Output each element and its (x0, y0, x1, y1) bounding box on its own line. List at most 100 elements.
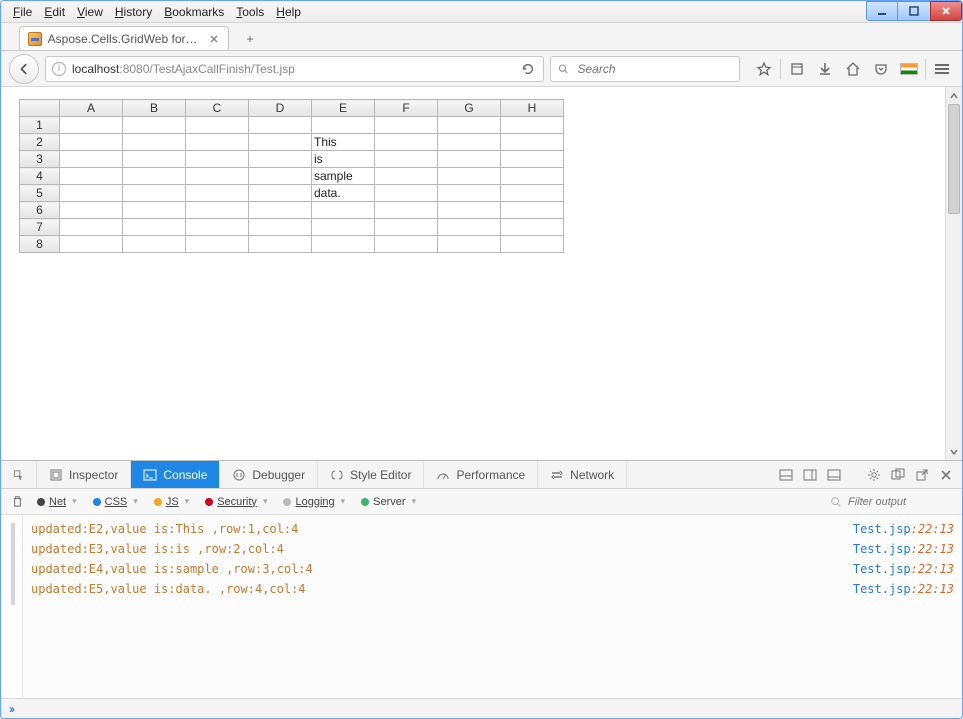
cell-H1[interactable] (501, 117, 564, 134)
cell-F8[interactable] (375, 236, 438, 253)
cell-D7[interactable] (249, 219, 312, 236)
cell-F5[interactable] (375, 185, 438, 202)
console-clear-button[interactable] (7, 495, 27, 508)
cell-F4[interactable] (375, 168, 438, 185)
column-header-A[interactable]: A (60, 100, 123, 117)
cell-B8[interactable] (123, 236, 186, 253)
filter-server[interactable]: Server▾ (355, 492, 422, 512)
menu-bookmarks[interactable]: Bookmarks (158, 5, 230, 19)
devtools-pick-element-button[interactable] (1, 461, 37, 488)
cell-C6[interactable] (186, 202, 249, 219)
row-header-6[interactable]: 6 (20, 202, 60, 219)
cell-H2[interactable] (501, 134, 564, 151)
devtools-dock-split-button[interactable] (778, 467, 794, 483)
menu-history[interactable]: History (109, 5, 158, 19)
menu-edit[interactable]: Edit (38, 5, 71, 19)
cell-E3[interactable]: is (312, 151, 375, 168)
cell-H3[interactable] (501, 151, 564, 168)
cell-A6[interactable] (60, 202, 123, 219)
column-header-D[interactable]: D (249, 100, 312, 117)
cell-E4[interactable]: sample (312, 168, 375, 185)
cell-A5[interactable] (60, 185, 123, 202)
window-close-button[interactable] (930, 1, 962, 21)
column-header-C[interactable]: C (186, 100, 249, 117)
menu-view[interactable]: View (71, 5, 109, 19)
cell-A4[interactable] (60, 168, 123, 185)
devtools-tab-style-editor[interactable]: Style Editor (318, 461, 424, 488)
cell-H6[interactable] (501, 202, 564, 219)
cell-E8[interactable] (312, 236, 375, 253)
row-header-7[interactable]: 7 (20, 219, 60, 236)
cell-C4[interactable] (186, 168, 249, 185)
cell-H8[interactable] (501, 236, 564, 253)
devtools-tab-debugger[interactable]: Debugger (220, 461, 318, 488)
devtools-tab-inspector[interactable]: Inspector (37, 461, 131, 488)
cell-E5[interactable]: data. (312, 185, 375, 202)
cell-E1[interactable] (312, 117, 375, 134)
filter-security[interactable]: Security▾ (199, 492, 273, 512)
row-header-1[interactable]: 1 (20, 117, 60, 134)
cell-D2[interactable] (249, 134, 312, 151)
cell-G3[interactable] (438, 151, 501, 168)
devtools-tab-performance[interactable]: Performance (424, 461, 538, 488)
window-minimize-button[interactable] (866, 1, 898, 21)
devtools-close-button[interactable] (938, 467, 954, 483)
cell-C1[interactable] (186, 117, 249, 134)
cell-C7[interactable] (186, 219, 249, 236)
console-log-source-link[interactable]: Test.jsp:22:13 (853, 522, 954, 536)
row-header-8[interactable]: 8 (20, 236, 60, 253)
column-header-B[interactable]: B (123, 100, 186, 117)
row-header-5[interactable]: 5 (20, 185, 60, 202)
devtools-tab-network[interactable]: Network (538, 461, 627, 488)
column-header-F[interactable]: F (375, 100, 438, 117)
cell-G6[interactable] (438, 202, 501, 219)
devtools-dock-bottom-button[interactable] (826, 467, 842, 483)
devtools-tab-console[interactable]: Console (131, 461, 220, 488)
devtools-separate-window-button[interactable] (890, 467, 906, 483)
column-header-E[interactable]: E (312, 100, 375, 117)
cell-B5[interactable] (123, 185, 186, 202)
addon-flag-icon[interactable] (897, 57, 921, 81)
cell-A2[interactable] (60, 134, 123, 151)
filter-js[interactable]: JS▾ (148, 492, 195, 512)
cell-H4[interactable] (501, 168, 564, 185)
tab-close-button[interactable] (208, 33, 220, 45)
row-header-4[interactable]: 4 (20, 168, 60, 185)
filter-net[interactable]: Net▾ (31, 492, 83, 512)
grid-corner[interactable] (20, 100, 60, 117)
cell-A7[interactable] (60, 219, 123, 236)
reload-button[interactable] (517, 58, 539, 80)
cell-H7[interactable] (501, 219, 564, 236)
cell-G5[interactable] (438, 185, 501, 202)
cell-C5[interactable] (186, 185, 249, 202)
cell-C3[interactable] (186, 151, 249, 168)
cell-D6[interactable] (249, 202, 312, 219)
cell-A3[interactable] (60, 151, 123, 168)
cell-D4[interactable] (249, 168, 312, 185)
cell-C2[interactable] (186, 134, 249, 151)
filter-logging[interactable]: Logging▾ (277, 492, 351, 512)
home-button[interactable] (841, 57, 865, 81)
cell-D5[interactable] (249, 185, 312, 202)
cell-H5[interactable] (501, 185, 564, 202)
console-log-source-link[interactable]: Test.jsp:22:13 (853, 542, 954, 556)
cell-C8[interactable] (186, 236, 249, 253)
menu-file[interactable]: File (7, 5, 38, 19)
browser-search-box[interactable] (550, 56, 740, 82)
new-tab-button[interactable]: + (239, 28, 261, 50)
browser-search-input[interactable] (576, 61, 734, 77)
cell-F2[interactable] (375, 134, 438, 151)
cell-E6[interactable] (312, 202, 375, 219)
cell-F1[interactable] (375, 117, 438, 134)
column-header-H[interactable]: H (501, 100, 564, 117)
menu-tools[interactable]: Tools (230, 5, 270, 19)
cell-G4[interactable] (438, 168, 501, 185)
row-header-2[interactable]: 2 (20, 134, 60, 151)
cell-B7[interactable] (123, 219, 186, 236)
page-scrollbar[interactable] (945, 87, 962, 460)
column-header-G[interactable]: G (438, 100, 501, 117)
cell-B6[interactable] (123, 202, 186, 219)
cell-F7[interactable] (375, 219, 438, 236)
window-maximize-button[interactable] (898, 1, 930, 21)
cell-E2[interactable]: This (312, 134, 375, 151)
